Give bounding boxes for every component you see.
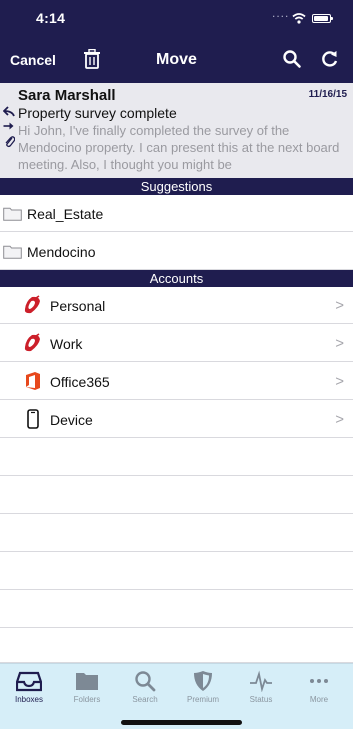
wifi-icon	[292, 13, 306, 24]
account-logo-icon	[24, 295, 40, 314]
shield-icon	[194, 671, 212, 691]
tab-premium[interactable]: Premium	[174, 670, 232, 710]
account-logo-icon	[24, 333, 40, 352]
tab-status[interactable]: Status	[232, 670, 290, 710]
folder-icon	[3, 207, 22, 221]
cancel-button[interactable]: Cancel	[10, 52, 56, 68]
inbox-icon	[16, 671, 42, 692]
message-sender: Sara Marshall	[18, 87, 116, 104]
tab-inboxes[interactable]: Inboxes	[0, 670, 58, 710]
tab-label: Inboxes	[14, 695, 44, 704]
message-preview: Sara Marshall 11/16/15 Property survey c…	[0, 83, 353, 178]
account-item-office365[interactable]: Office365 >	[0, 363, 353, 400]
attachment-icon	[5, 136, 15, 148]
message-snippet: Hi John, I've finally completed the surv…	[18, 123, 340, 172]
account-label: Office365	[50, 374, 110, 390]
tab-label: Status	[249, 695, 273, 704]
home-indicator	[121, 720, 242, 725]
forward-icon	[3, 122, 14, 130]
office365-icon	[26, 372, 40, 390]
empty-row	[0, 439, 353, 476]
chevron-right-icon: >	[335, 297, 344, 314]
battery-icon	[312, 14, 333, 23]
chevron-right-icon: >	[335, 335, 344, 352]
message-date: 11/16/15	[308, 89, 347, 100]
tab-label: More	[309, 695, 329, 704]
tab-label: Search	[132, 695, 158, 704]
account-label: Device	[50, 412, 93, 428]
signal-dots: ....	[272, 6, 290, 20]
suggestion-label: Mendocino	[27, 244, 96, 260]
suggestions-header: Suggestions	[0, 178, 353, 195]
empty-row	[0, 553, 353, 590]
status-time: 4:14	[36, 10, 66, 26]
tab-search[interactable]: Search	[116, 670, 174, 710]
suggestion-label: Real_Estate	[27, 206, 104, 222]
account-label: Personal	[50, 298, 106, 314]
folder-icon	[76, 673, 98, 690]
search-icon[interactable]	[282, 49, 302, 69]
tab-folders[interactable]: Folders	[58, 670, 116, 710]
refresh-icon[interactable]	[320, 49, 340, 69]
chevron-right-icon: >	[335, 411, 344, 428]
account-item-personal[interactable]: Personal >	[0, 287, 353, 324]
nav-bar: Cancel Move	[0, 38, 353, 83]
pulse-icon	[250, 670, 272, 692]
account-label: Work	[50, 336, 83, 352]
trash-icon[interactable]	[83, 49, 101, 69]
more-icon	[310, 679, 328, 683]
reply-icon	[3, 106, 15, 117]
tab-label: Premium	[186, 695, 219, 704]
tab-label: Folders	[73, 695, 101, 704]
suggestion-item-mendocino[interactable]: Mendocino	[0, 233, 353, 270]
accounts-header: Accounts	[0, 270, 353, 287]
search-icon	[135, 671, 156, 692]
suggestion-item-real-estate[interactable]: Real_Estate	[0, 195, 353, 232]
status-bar: 4:14 ....	[0, 0, 353, 38]
chevron-right-icon: >	[335, 373, 344, 390]
empty-row	[0, 629, 353, 663]
tab-more[interactable]: More	[290, 670, 348, 710]
empty-row	[0, 477, 353, 514]
account-item-work[interactable]: Work >	[0, 325, 353, 362]
empty-row	[0, 591, 353, 628]
folder-icon	[3, 245, 22, 259]
account-item-device[interactable]: Device >	[0, 401, 353, 438]
message-subject: Property survey complete	[18, 105, 177, 121]
phone-icon	[27, 409, 39, 429]
empty-row	[0, 515, 353, 552]
